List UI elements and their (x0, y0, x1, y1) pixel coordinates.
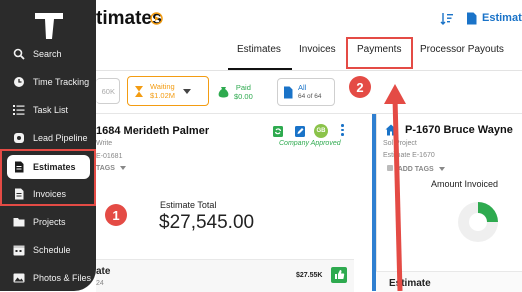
sidebar-item-projects[interactable]: Projects (12, 212, 92, 232)
clock-icon (12, 75, 26, 89)
sort-icon[interactable] (440, 12, 454, 26)
document-icon (284, 86, 293, 98)
tags-label: TAGS (96, 165, 115, 172)
estimate-card-subtitle: Write (96, 140, 113, 147)
estimate-card-title[interactable]: 1684 Merideth Palmer (96, 125, 209, 137)
more-options-icon[interactable] (341, 124, 344, 138)
filter-all-label: All (298, 83, 307, 92)
sidebar-item-label: Time Tracking (33, 77, 90, 87)
sync-icon[interactable] (273, 126, 283, 137)
calendar-icon (12, 243, 26, 257)
footer-sublabel: 24 (96, 280, 104, 287)
chevron-down-icon (183, 88, 192, 94)
status-badge: Company Approved (279, 140, 341, 147)
filter-chip-value: 60K (101, 86, 115, 96)
sidebar-item-label: Schedule (33, 245, 71, 255)
folder-icon (12, 215, 26, 229)
annotation-payments-box (346, 37, 413, 69)
footer-amount: $27.55K (296, 272, 323, 279)
sidebar-item-label: Task List (33, 105, 69, 115)
tab-estimates[interactable]: Estimates (237, 44, 281, 55)
sidebar-item-label: Search (33, 49, 62, 59)
estimate-total-label: Estimate Total (160, 200, 217, 210)
filter-chip-all[interactable]: All 64 of 64 (277, 78, 335, 106)
annotation-arrow (384, 84, 406, 291)
estimate-card-number: E-01681 (96, 153, 123, 160)
photo-icon (12, 271, 26, 285)
filter-waiting-value: $1.02M (150, 91, 176, 100)
annotation-step-2-badge: 2 (349, 76, 371, 98)
annotation-highlight-box (0, 149, 96, 206)
money-bag-icon (218, 86, 229, 97)
edit-icon[interactable] (295, 126, 305, 137)
tab-processor-payouts[interactable]: Processor Payouts (420, 44, 504, 55)
filter-all-count: 64 of 64 (298, 93, 322, 100)
hammer-logo-icon (35, 13, 63, 39)
estimate-doc-icon (467, 12, 477, 25)
hourglass-icon (135, 85, 143, 97)
sidebar-item-search[interactable]: Search (12, 44, 92, 64)
tabs-divider (96, 70, 522, 71)
avatar[interactable]: GB (314, 124, 328, 138)
sidebar-item-schedule[interactable]: Schedule (12, 240, 92, 260)
filter-waiting-label: Waiting (150, 82, 175, 91)
filter-paid-label: Paid (235, 83, 251, 92)
sidebar-item-label: Lead Pipeline (33, 133, 88, 143)
list-icon (12, 103, 26, 117)
sidebar-item-lead-pipeline[interactable]: Lead Pipeline (12, 128, 92, 148)
filter-chip-partial[interactable]: 60K (96, 78, 120, 104)
play-icon[interactable] (150, 12, 163, 25)
tab-invoices[interactable]: Invoices (299, 44, 336, 55)
estimate-total-value: $27,545.00 (159, 212, 255, 233)
filter-chip-paid[interactable]: Paid $0.00 (218, 80, 266, 104)
filter-chip-waiting[interactable]: Waiting $1.02M (127, 76, 209, 106)
footer-label: ate (96, 266, 111, 277)
amount-invoiced-label: Amount Invoiced (431, 179, 499, 189)
chevron-down-icon (438, 167, 445, 171)
new-estimate-button[interactable]: Estimate (482, 12, 522, 24)
filter-paid-value: $0.00 (234, 92, 253, 101)
sidebar-item-label: Photos & Files (33, 273, 92, 283)
annotation-step-1-badge: 1 (105, 204, 127, 226)
sidebar-item-label: Projects (33, 217, 66, 227)
chevron-down-icon (119, 166, 126, 170)
estimate-card-tags[interactable]: TAGS (96, 165, 126, 172)
amount-invoiced-pie (458, 202, 498, 242)
search-icon (12, 47, 26, 61)
sidebar-item-time-tracking[interactable]: Time Tracking (12, 72, 92, 92)
sidebar-item-task-list[interactable]: Task List (12, 100, 92, 120)
thumbs-up-icon[interactable] (331, 267, 347, 283)
sidebar-item-photos-files[interactable]: Photos & Files (12, 268, 92, 288)
dollar-icon (12, 131, 26, 145)
